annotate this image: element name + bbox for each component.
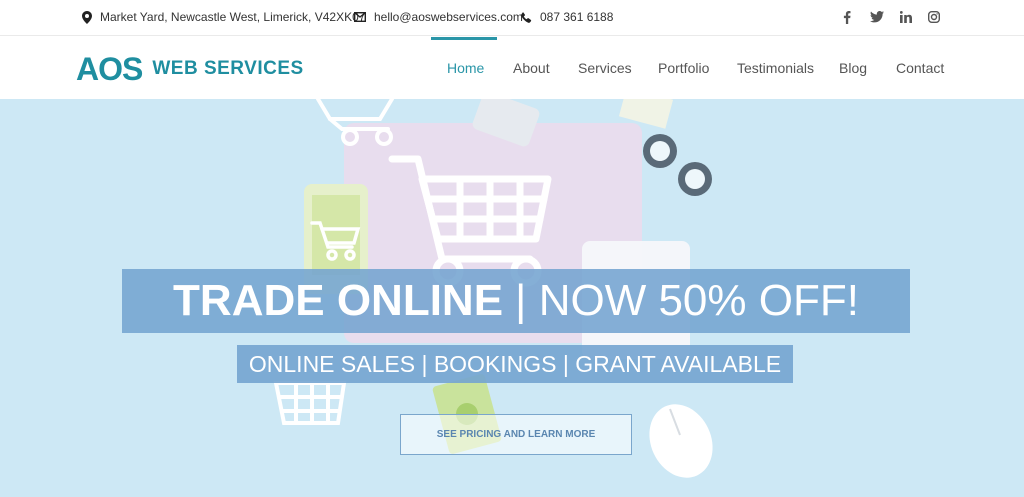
phone-icon: [521, 11, 532, 23]
binoculars-shape: [643, 134, 712, 196]
nav-about[interactable]: About: [513, 37, 550, 99]
location-pin-icon: [82, 10, 92, 24]
twitter-icon[interactable]: [870, 11, 884, 23]
bottom-cart-icon: [273, 381, 347, 425]
address-text: Market Yard, Newcastle West, Limerick, V…: [100, 10, 366, 24]
nav-blog[interactable]: Blog: [839, 37, 867, 99]
hero-section: TRADE ONLINE | NOW 50% OFF! ONLINE SALES…: [0, 99, 1024, 497]
logo-mark: AOS: [76, 51, 143, 87]
phone-text[interactable]: 087 361 6188: [540, 10, 613, 24]
social-instagram[interactable]: [928, 0, 940, 34]
nav-contact[interactable]: Contact: [896, 37, 944, 99]
nav-testimonials[interactable]: Testimonials: [737, 37, 814, 99]
nav-home[interactable]: Home: [447, 37, 484, 99]
hero-subline: ONLINE SALES | BOOKINGS | GRANT AVAILABL…: [237, 345, 793, 383]
site-logo[interactable]: AOS WEB SERVICES: [76, 51, 304, 87]
main-navigation: AOS WEB SERVICES Home About Services Por…: [0, 37, 1024, 99]
social-linkedin[interactable]: [900, 0, 912, 34]
envelope-icon: [354, 12, 366, 22]
phone-info[interactable]: 087 361 6188: [521, 0, 613, 34]
nav-portfolio[interactable]: Portfolio: [658, 37, 709, 99]
hero-headline: TRADE ONLINE | NOW 50% OFF!: [122, 269, 910, 333]
email-info[interactable]: hello@aoswebservices.com: [354, 0, 523, 34]
headline-bold: TRADE ONLINE: [173, 276, 504, 325]
instagram-icon[interactable]: [928, 11, 940, 23]
nav-services[interactable]: Services: [578, 37, 632, 99]
address-info: Market Yard, Newcastle West, Limerick, V…: [82, 0, 365, 34]
social-facebook[interactable]: [843, 0, 851, 34]
facebook-icon[interactable]: [843, 10, 851, 24]
mouse-shape: [649, 404, 713, 478]
social-twitter[interactable]: [870, 0, 884, 34]
headline-light: | NOW 50% OFF!: [515, 276, 859, 325]
email-text[interactable]: hello@aoswebservices.com: [374, 10, 523, 24]
top-bar: Market Yard, Newcastle West, Limerick, V…: [0, 0, 1024, 36]
see-pricing-button[interactable]: SEE PRICING AND LEARN MORE: [400, 414, 632, 455]
linkedin-icon[interactable]: [900, 11, 912, 23]
logo-text: WEB SERVICES: [152, 58, 304, 79]
